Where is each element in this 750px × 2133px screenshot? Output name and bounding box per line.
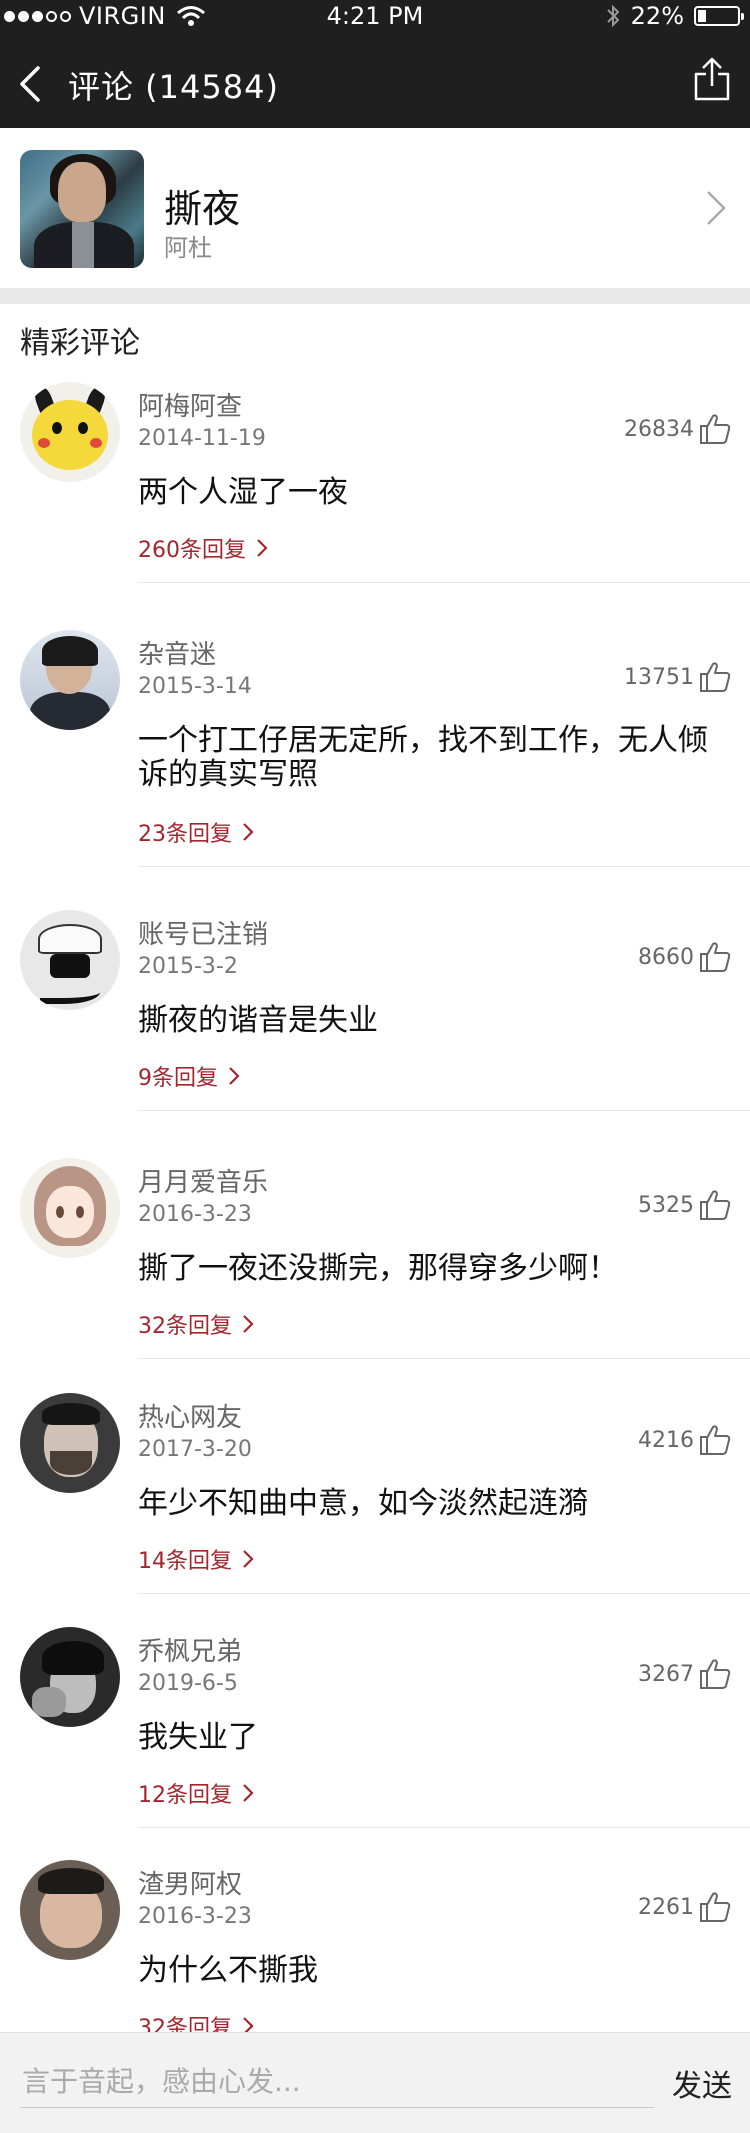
replies-link[interactable]: 23条回复 xyxy=(138,816,254,848)
divider xyxy=(138,1593,750,1594)
replies-count: 23条回复 xyxy=(138,822,232,847)
like-button[interactable]: 4216 xyxy=(638,1423,732,1457)
like-count: 13751 xyxy=(624,664,694,690)
chevron-right-icon xyxy=(243,1784,254,1802)
avatar[interactable] xyxy=(20,630,120,730)
back-arrow-icon[interactable] xyxy=(16,64,48,104)
like-button[interactable]: 26834 xyxy=(624,412,732,446)
like-button[interactable]: 5325 xyxy=(638,1188,732,1222)
like-count: 2261 xyxy=(638,1894,694,1920)
avatar[interactable] xyxy=(20,1627,120,1727)
avatar[interactable] xyxy=(20,910,120,1010)
replies-count: 260条回复 xyxy=(138,538,246,563)
chevron-right-icon xyxy=(257,539,268,557)
thumbs-up-icon[interactable] xyxy=(698,940,732,974)
chevron-right-icon xyxy=(243,1550,254,1568)
like-count: 4216 xyxy=(638,1427,694,1453)
replies-count: 14条回复 xyxy=(138,1549,232,1574)
chevron-right-icon[interactable] xyxy=(704,188,728,228)
thumbs-up-icon[interactable] xyxy=(698,1188,732,1222)
avatar[interactable] xyxy=(20,1860,120,1960)
comment-date: 2016-3-23 xyxy=(138,1202,252,1227)
comment-text: 两个人湿了一夜 xyxy=(138,475,348,510)
comment-date: 2016-3-23 xyxy=(138,1904,252,1929)
like-button[interactable]: 2261 xyxy=(638,1890,732,1924)
album-cover[interactable] xyxy=(20,150,144,268)
comment-author[interactable]: 乔枫兄弟 xyxy=(138,1631,242,1668)
divider xyxy=(138,866,750,867)
thumbs-up-icon[interactable] xyxy=(698,412,732,446)
comment-text: 年少不知曲中意，如今淡然起涟漪 xyxy=(138,1486,588,1521)
comment-date: 2014-11-19 xyxy=(138,426,266,451)
bluetooth-icon xyxy=(606,4,620,28)
song-artist: 阿杜 xyxy=(164,234,212,262)
comment-date: 2015-3-2 xyxy=(138,954,238,979)
divider xyxy=(138,1110,750,1111)
replies-count: 12条回复 xyxy=(138,1783,232,1808)
comment-author[interactable]: 杂音迷 xyxy=(138,634,216,671)
nav-bar: 评论 (14584) xyxy=(0,36,750,128)
avatar[interactable] xyxy=(20,1158,120,1258)
comment-input[interactable] xyxy=(20,2055,654,2108)
song-title: 撕夜 xyxy=(164,187,241,231)
section-title: 精彩评论 xyxy=(20,326,140,361)
replies-link[interactable]: 260条回复 xyxy=(138,532,268,564)
chevron-right-icon xyxy=(229,1067,240,1085)
avatar[interactable] xyxy=(20,1393,120,1493)
comment-text: 撕了一夜还没撕完，那得穿多少啊！ xyxy=(138,1251,618,1286)
comment-author[interactable]: 月月爱音乐 xyxy=(138,1162,268,1199)
comment-author[interactable]: 阿梅阿查 xyxy=(138,386,242,423)
page-title: 评论 (14584) xyxy=(68,68,279,106)
avatar[interactable] xyxy=(20,382,120,482)
replies-count: 9条回复 xyxy=(138,1066,218,1091)
comment-author[interactable]: 账号已注销 xyxy=(138,914,268,951)
replies-link[interactable]: 9条回复 xyxy=(138,1060,240,1092)
comment-author[interactable]: 渣男阿权 xyxy=(138,1864,242,1901)
chevron-right-icon xyxy=(243,1315,254,1333)
comment-input-bar: 发送 xyxy=(0,2032,750,2133)
thumbs-up-icon[interactable] xyxy=(698,1423,732,1457)
like-button[interactable]: 13751 xyxy=(624,660,732,694)
thumbs-up-icon[interactable] xyxy=(698,660,732,694)
replies-link[interactable]: 32条回复 xyxy=(138,1308,254,1340)
thumbs-up-icon[interactable] xyxy=(698,1890,732,1924)
like-button[interactable]: 3267 xyxy=(638,1657,732,1691)
divider xyxy=(138,1827,750,1828)
like-count: 3267 xyxy=(638,1661,694,1687)
section-divider xyxy=(0,288,750,304)
thumbs-up-icon[interactable] xyxy=(698,1657,732,1691)
replies-count: 32条回复 xyxy=(138,1314,232,1339)
chevron-right-icon xyxy=(243,823,254,841)
song-header[interactable]: 撕夜 阿杜 xyxy=(0,128,750,288)
status-bar: VIRGIN 4:21 PM 22% xyxy=(0,0,750,36)
comment-date: 2017-3-20 xyxy=(138,1437,252,1462)
send-button[interactable]: 发送 xyxy=(672,2061,732,2105)
like-button[interactable]: 8660 xyxy=(638,940,732,974)
like-count: 8660 xyxy=(638,944,694,970)
comment-date: 2019-6-5 xyxy=(138,1671,238,1696)
comment-text: 为什么不撕我 xyxy=(138,1953,318,1988)
share-icon[interactable] xyxy=(692,56,732,102)
divider xyxy=(138,582,750,583)
comment-text: 一个打工仔居无定所，找不到工作，无人倾诉的真实写照 xyxy=(138,723,708,792)
comment-date: 2015-3-14 xyxy=(138,674,252,699)
like-count: 5325 xyxy=(638,1192,694,1218)
like-count: 26834 xyxy=(624,416,694,442)
battery-icon xyxy=(694,6,744,26)
comment-author[interactable]: 热心网友 xyxy=(138,1397,242,1434)
battery-percent: 22% xyxy=(630,2,684,30)
comment-text: 撕夜的谐音是失业 xyxy=(138,1003,378,1038)
divider xyxy=(138,1358,750,1359)
replies-link[interactable]: 12条回复 xyxy=(138,1777,254,1809)
replies-link[interactable]: 14条回复 xyxy=(138,1543,254,1575)
comment-text: 我失业了 xyxy=(138,1720,258,1755)
